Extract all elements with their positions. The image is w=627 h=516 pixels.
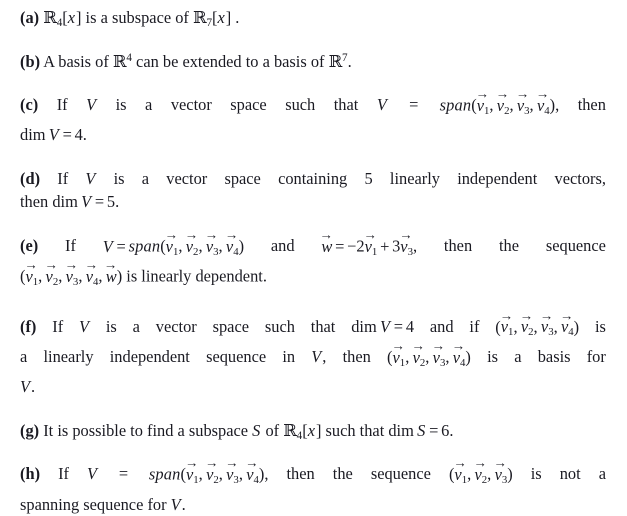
dim-operator: dim — [388, 420, 414, 440]
item-label-b: (b) — [20, 51, 41, 71]
blackboard-R-icon: ℝ — [328, 51, 343, 71]
list-item-g: (g) It is possible to find a subspace S … — [20, 419, 606, 443]
vector-v3: → v3 — [204, 226, 219, 258]
item-h-line-2: spanning sequence for V. — [20, 494, 186, 514]
item-label-g: (g) — [20, 420, 40, 440]
list-item-d: (d) If Vis a vector space containing 5 linearly i… — [20, 167, 606, 214]
vector-v1: → v1 — [164, 226, 179, 258]
variable-V: V — [81, 192, 92, 212]
dim-operator: dim — [20, 125, 46, 145]
vector-v2: → v2 — [519, 307, 534, 339]
variable-V: V — [376, 95, 387, 114]
list-item-f: (f) If Vis a vector space such that dim V = 4 and if… — [20, 307, 606, 399]
item-d-line-1: (d) If Vis a vector space containing 5 linearly i… — [20, 168, 606, 188]
subscript-4: 4 — [296, 429, 303, 442]
variable-S: S — [252, 420, 261, 440]
item-f-line-3: V. — [20, 377, 36, 397]
vector-v4: → v4 — [560, 307, 574, 339]
variable-x: x — [217, 8, 225, 27]
item-c-line-2: dim V = 4. — [20, 125, 87, 145]
span-operator: span — [128, 236, 161, 256]
item-label-f: (f) — [20, 316, 37, 336]
vector-v2: → v2 — [44, 257, 59, 289]
variable-V: V — [86, 95, 97, 114]
item-a-line-1: (a) ℝ4[x] is a subspace of ℝ7[x] . — [20, 8, 240, 30]
vector-v2: → v2 — [473, 455, 488, 487]
vector-v3: → v3 — [399, 226, 413, 258]
vector-w: → w — [319, 226, 334, 256]
vector-v3: → v3 — [225, 455, 239, 487]
list-item-a: (a) ℝ4[x] is a subspace of ℝ7[x] . — [20, 6, 606, 30]
item-f-line-2: a linearly independent sequence in V, then(→ v1… — [20, 338, 606, 375]
variable-V: V — [85, 168, 96, 188]
variable-V: V — [79, 316, 90, 336]
variable-V: V — [170, 494, 181, 514]
item-label-d: (d) — [20, 168, 41, 188]
item-label-a: (a) — [20, 8, 40, 27]
variable-V: V — [87, 464, 98, 484]
variable-V: V — [48, 125, 59, 145]
vector-v2: → v2 — [205, 455, 219, 487]
vector-v1: → v1 — [363, 226, 378, 258]
item-b-line-1: (b) A basis of ℝ4 can be extended to a b… — [20, 51, 352, 71]
superscript-4: 4 — [126, 51, 132, 64]
item-e-line-2: (→ v1, → v2, → v3, → v4, → w) is linearly dep… — [20, 257, 606, 294]
vector-v1: → v1 — [499, 307, 514, 339]
vector-v4: → v4 — [84, 257, 99, 289]
blackboard-R-icon: ℝ — [112, 51, 127, 71]
vector-v3: → v3 — [431, 338, 446, 369]
vector-v1: → v1 — [24, 257, 39, 289]
subscript-4: 4 — [56, 17, 63, 30]
vector-v1: → v1 — [475, 86, 490, 117]
variable-x: x — [307, 420, 315, 440]
vector-v2: → v2 — [184, 226, 199, 258]
dim-operator: dim — [351, 316, 377, 336]
variable-x: x — [67, 8, 76, 27]
vector-v4: → v4 — [451, 338, 466, 369]
vector-v2: → v2 — [411, 338, 426, 369]
item-h-line-1: (h) If V = span(→ v1, → v2, → v3, → v4), then the s… — [20, 455, 606, 492]
item-label-c: (c) — [20, 95, 39, 114]
vector-v3: → v3 — [493, 455, 508, 487]
vector-v4: → v4 — [536, 86, 550, 117]
blackboard-R-icon: ℝ — [192, 8, 207, 27]
dim-operator: dim — [52, 192, 78, 212]
vector-v3: → v3 — [64, 257, 79, 289]
item-label-e: (e) — [20, 235, 39, 255]
item-g-line-1: (g) It is possible to find a subspace S … — [20, 420, 454, 442]
item-d-line-2: then dim V = 5. — [20, 192, 120, 212]
document-page: (a) ℝ4[x] is a subspace of ℝ7[x] . (b) A… — [0, 0, 627, 514]
vector-v4: → v4 — [224, 226, 239, 258]
span-operator: span — [148, 465, 181, 485]
item-label-h: (h) — [20, 464, 41, 484]
vector-w: → w — [103, 257, 118, 286]
span-operator: span — [439, 95, 472, 115]
variable-V: V — [102, 236, 113, 256]
item-f-line-1: (f) If Vis a vector space such that dim V = 4 and if… — [20, 307, 606, 345]
vector-v3: → v3 — [515, 86, 530, 117]
list-item-h: (h) If V = span(→ v1, → v2, → v3, → v4), then the s… — [20, 455, 606, 516]
subscript-7: 7 — [206, 17, 213, 30]
blackboard-R-icon: ℝ — [43, 8, 57, 27]
superscript-7: 7 — [342, 51, 348, 64]
exercise-list: (a) ℝ4[x] is a subspace of ℝ7[x] . (b) A… — [20, 6, 606, 516]
variable-S: S — [417, 420, 426, 440]
list-item-c: (c) If Vis a vector space such that V = span(→ v1, … — [20, 86, 606, 147]
variable-V: V — [380, 316, 391, 336]
vector-v1: → v1 — [185, 455, 199, 487]
list-item-e: (e) If V = span(→ v1, → v2, → v3, → v4) and → w = −2 →… — [20, 226, 606, 295]
vector-v4: → v4 — [245, 455, 259, 487]
blackboard-R-icon: ℝ — [283, 420, 297, 440]
variable-V: V — [20, 377, 31, 397]
vector-v3: → v3 — [539, 307, 554, 339]
vector-v1: → v1 — [391, 338, 406, 369]
list-item-b: (b) A basis of ℝ4 can be extended to a b… — [20, 50, 606, 74]
item-c-line-1: (c) If Vis a vector space such that V = span(→ v1, … — [20, 86, 606, 123]
vector-v1: → v1 — [453, 455, 468, 487]
variable-V: V — [311, 347, 322, 366]
vector-v2: → v2 — [495, 86, 510, 117]
